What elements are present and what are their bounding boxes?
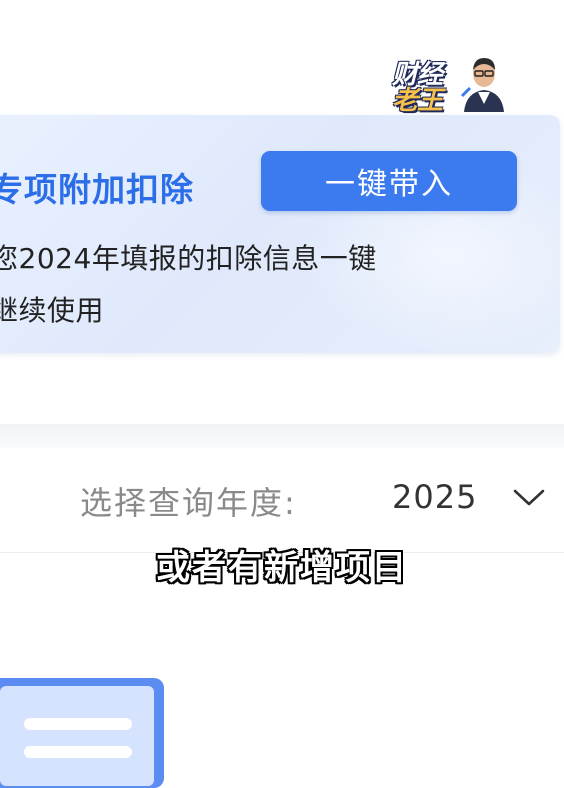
year-selector-value[interactable]: 2025 — [392, 478, 477, 516]
banner-description: 您2024年填报的扣除信息一键 继续使用 — [0, 233, 530, 337]
one-click-bring-in-button[interactable]: 一键带入 — [261, 151, 517, 211]
chevron-down-icon[interactable] — [512, 488, 546, 508]
document-line — [24, 718, 132, 730]
person-avatar-icon — [460, 58, 504, 112]
section-separator — [0, 424, 564, 448]
banner-description-line-1: 您2024年填报的扣除信息一键 — [0, 242, 377, 275]
banner-description-line-2: 继续使用 — [0, 294, 105, 327]
document-icon-inner — [0, 686, 154, 786]
year-selector[interactable]: 选择查询年度: 2025 — [0, 448, 564, 553]
year-selector-label: 选择查询年度: — [80, 484, 297, 522]
watermark-logo: 财经 老王 — [388, 50, 514, 118]
document-icon[interactable] — [0, 678, 164, 788]
special-deduction-banner: 专项附加扣除 一键带入 您2024年填报的扣除信息一键 继续使用 — [0, 115, 560, 353]
document-line — [24, 746, 132, 758]
watermark-line-2: 老王 — [392, 86, 443, 116]
banner-title: 专项附加扣除 — [0, 170, 194, 209]
video-subtitle-caption: 或者有新增项目 — [156, 548, 408, 588]
